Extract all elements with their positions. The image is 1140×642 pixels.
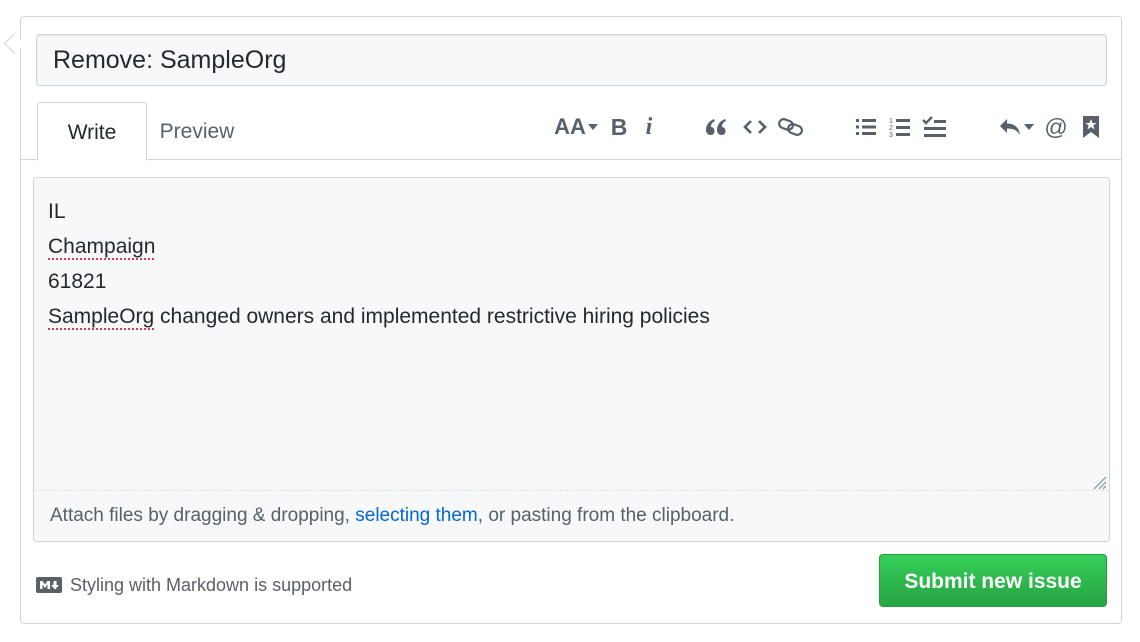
text-size-icon: AA [554,114,598,140]
misspelled-word: SampleOrg [48,305,155,328]
svg-text:1: 1 [889,118,893,125]
saved-replies-button[interactable] [996,108,1036,146]
issue-body-field[interactable]: IL Champaign 61821 SampleOrg changed own… [33,177,1110,542]
link-button[interactable] [776,108,806,146]
markdown-help[interactable]: Styling with Markdown is supported [36,572,352,598]
svg-text:2: 2 [889,125,893,132]
body-line: IL [48,200,66,223]
mention-icon: @ [1044,113,1068,140]
quote-icon [706,119,726,135]
body-text: changed owners and implemented restricti… [154,305,710,328]
drop-text-suffix: , or pasting from the clipboard. [477,505,735,526]
resize-handle-icon[interactable] [1089,472,1107,490]
tasklist-icon [922,116,946,137]
italic-icon: i [645,113,653,140]
unordered-list-button[interactable] [852,108,880,146]
misspelled-word: Champaign [48,235,156,258]
quote-button[interactable] [702,108,730,146]
markdown-note: Styling with Markdown is supported [70,574,353,595]
tab-write[interactable]: Write [37,102,147,161]
tab-preview[interactable]: Preview [147,102,247,160]
link-icon [778,118,803,136]
reference-button[interactable] [1078,108,1104,146]
select-files-link[interactable]: selecting them [355,505,478,526]
body-line: 61821 [48,270,107,293]
body-line: Champaign [48,229,1095,264]
svg-text:3: 3 [889,132,893,138]
italic-button[interactable]: i [638,108,660,146]
unordered-list-icon [856,119,876,135]
ordered-list-button[interactable]: 1 2 3 [886,108,914,146]
markdown-icon [36,577,62,593]
issue-body-textarea[interactable]: IL Champaign 61821 SampleOrg changed own… [48,194,1095,484]
code-icon [743,120,767,134]
bold-icon: B [610,113,628,140]
ordered-list-icon: 1 2 3 [889,118,910,138]
mention-button[interactable]: @ [1042,108,1070,146]
reply-icon [1000,119,1034,135]
text-size-button[interactable]: AA [552,108,600,146]
file-drop-zone[interactable]: Attach files by dragging & dropping, sel… [34,490,1109,541]
bookmark-icon [1083,116,1099,138]
drop-text-prefix: Attach files by dragging & dropping, [50,505,356,526]
submit-issue-button[interactable]: Submit new issue [879,554,1107,607]
code-button[interactable] [740,108,770,146]
bold-button[interactable]: B [606,108,632,146]
issue-title-input[interactable] [36,34,1107,86]
body-line: SampleOrg changed owners and implemented… [48,299,1095,334]
tasklist-button[interactable] [918,108,950,146]
